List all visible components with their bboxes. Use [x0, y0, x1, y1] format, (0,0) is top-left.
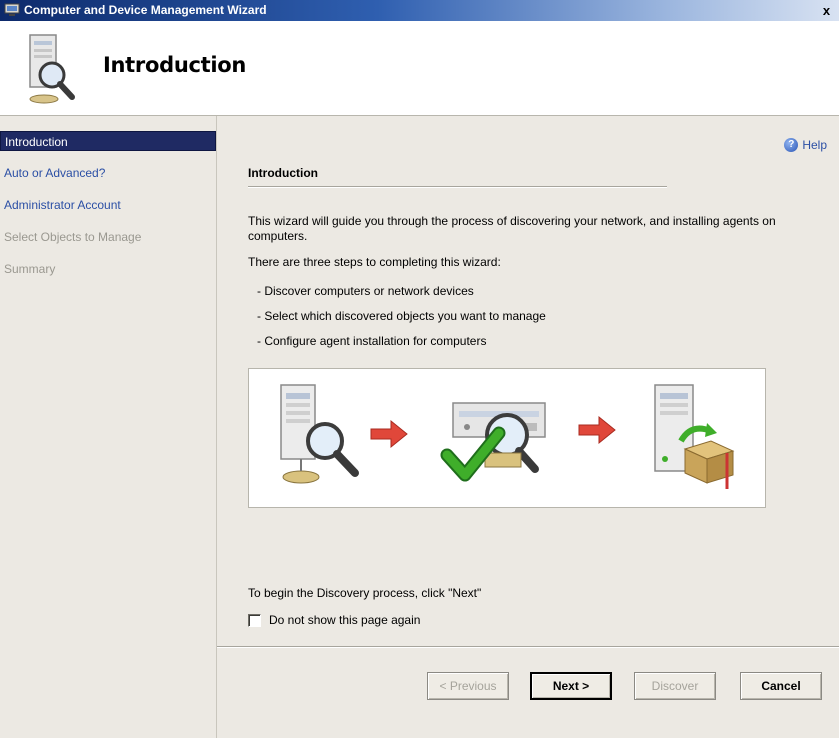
page-title: Introduction	[103, 53, 247, 77]
close-button[interactable]: x	[818, 2, 835, 19]
nav-item-select-objects: Select Objects to Manage	[4, 230, 142, 244]
main-pane: ? Help Introduction This wizard will gui…	[217, 116, 839, 738]
select-objects-icon	[440, 402, 546, 482]
process-illustration	[248, 368, 766, 508]
nav-item-auto-or-advanced[interactable]: Auto or Advanced?	[0, 163, 216, 183]
step-item: - Configure agent installation for compu…	[257, 334, 487, 348]
install-agent-icon	[654, 384, 735, 489]
section-divider	[248, 186, 667, 188]
cancel-button[interactable]: Cancel	[740, 672, 822, 700]
arrow-right-icon	[578, 415, 616, 445]
app-icon	[4, 3, 20, 16]
section-title: Introduction	[248, 166, 318, 180]
intro-paragraph: This wizard will guide you through the p…	[248, 214, 776, 243]
discover-button[interactable]: Discover	[634, 672, 716, 700]
footer-divider	[217, 646, 839, 648]
arrow-right-icon	[370, 419, 408, 449]
step-item: - Select which discovered objects you wa…	[257, 309, 546, 323]
title-bar[interactable]: Computer and Device Management Wizard x	[0, 0, 839, 21]
begin-instruction: To begin the Discovery process, click "N…	[248, 586, 482, 600]
steps-intro: There are three steps to completing this…	[248, 255, 501, 269]
help-icon: ?	[784, 138, 799, 152]
discover-computer-icon	[280, 384, 359, 484]
previous-button[interactable]: < Previous	[427, 672, 509, 700]
help-label: Help	[802, 138, 827, 152]
next-button[interactable]: Next >	[530, 672, 612, 700]
window-title: Computer and Device Management Wizard	[24, 3, 267, 17]
wizard-header: Introduction	[0, 21, 839, 116]
wizard-window: Computer and Device Management Wizard x …	[0, 0, 839, 738]
help-link[interactable]: ? Help	[784, 138, 827, 152]
do-not-show-label[interactable]: Do not show this page again	[269, 613, 420, 627]
wizard-steps-nav: Introduction Auto or Advanced? Administr…	[0, 116, 217, 738]
do-not-show-option[interactable]: Do not show this page again	[248, 613, 420, 627]
step-item: - Discover computers or network devices	[257, 284, 474, 298]
nav-item-introduction[interactable]: Introduction	[0, 131, 216, 151]
nav-item-administrator-account[interactable]: Administrator Account	[0, 195, 216, 215]
do-not-show-checkbox[interactable]	[248, 613, 261, 627]
nav-item-summary: Summary	[4, 262, 56, 276]
magnifier-computer-icon	[29, 34, 75, 104]
